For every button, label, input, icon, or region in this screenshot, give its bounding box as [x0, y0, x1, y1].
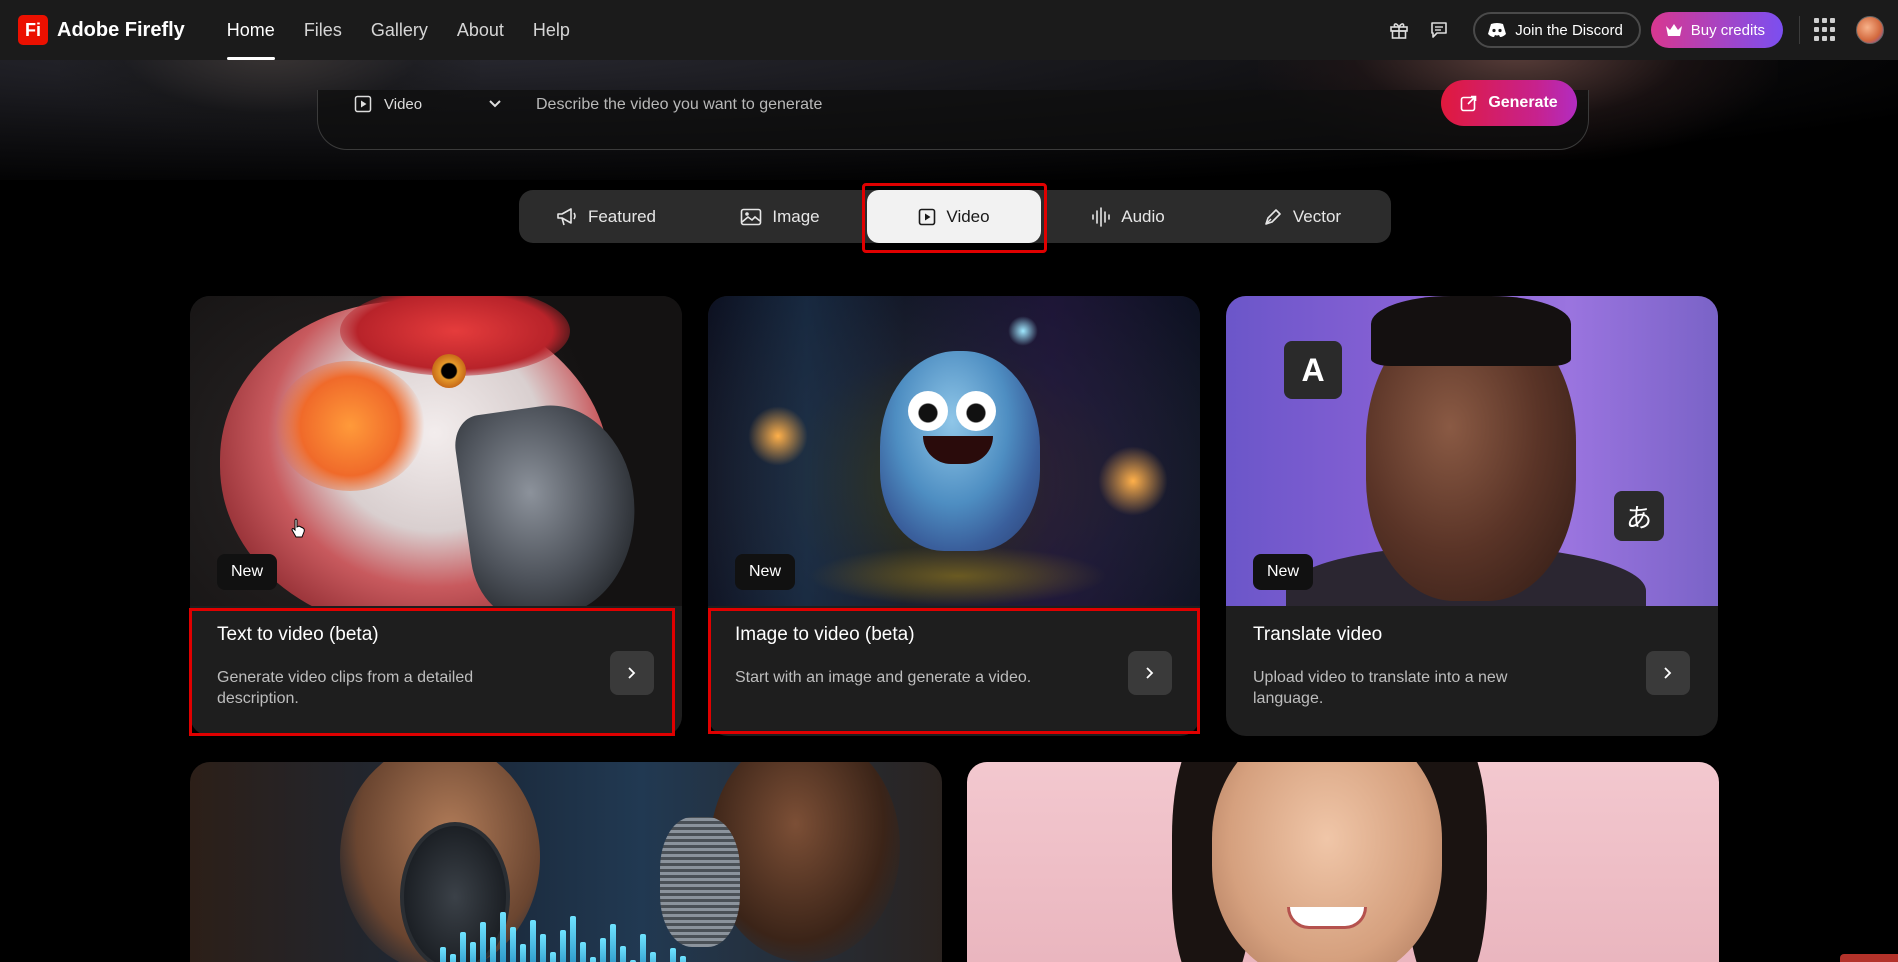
gift-icon[interactable] [1383, 14, 1415, 46]
app-name: Adobe Firefly [57, 18, 185, 41]
podcast-preview-card[interactable] [190, 762, 942, 962]
generate-icon [1461, 95, 1477, 112]
app-logo[interactable]: Fi Adobe Firefly [18, 15, 185, 45]
nav-item-about[interactable]: About [457, 0, 504, 60]
card-title: Text to video (beta) [217, 624, 379, 645]
generation-mode-dropdown[interactable]: Video [354, 95, 502, 113]
chevron-right-icon [1146, 667, 1154, 679]
discord-label: Join the Discord [1515, 21, 1623, 39]
new-badge: New [217, 554, 278, 590]
card-description: Generate video clips from a detailed des… [217, 669, 474, 707]
nav-item-files[interactable]: Files [304, 0, 342, 60]
tab-image[interactable]: Image [693, 190, 867, 243]
new-badge: New [1253, 554, 1314, 590]
corner-indicator [1840, 954, 1898, 962]
apps-grid-icon[interactable] [1814, 18, 1838, 42]
tab-label: Audio [1121, 206, 1165, 226]
hero-banner: Video Generate [0, 50, 1898, 180]
generate-button[interactable]: Generate [1441, 80, 1577, 126]
hand-cursor-icon [291, 518, 305, 538]
language-bubble-japanese: あ [1614, 491, 1664, 541]
main-nav: Home Files Gallery About Help [226, 0, 599, 60]
mode-label: Video [384, 95, 423, 113]
chevron-right-icon [1664, 667, 1672, 679]
top-right-actions: Join the Discord Buy credits [1383, 0, 1898, 60]
buy-credits-label: Buy credits [1690, 21, 1765, 39]
divider [1799, 16, 1800, 44]
tab-featured[interactable]: Featured [519, 190, 693, 243]
open-text-to-video-button[interactable] [610, 651, 654, 695]
pen-icon [1265, 208, 1281, 225]
buy-credits-button[interactable]: Buy credits [1650, 12, 1783, 48]
megaphone-icon [557, 207, 576, 225]
nav-item-help[interactable]: Help [533, 0, 570, 60]
top-navigation-bar: Fi Adobe Firefly Home Files Gallery Abou… [0, 0, 1898, 60]
tab-label: Vector [1292, 206, 1342, 226]
card-description: Upload video to translate into a new lan… [1253, 669, 1508, 707]
audio-waveform-icon [1092, 206, 1111, 227]
open-image-to-video-button[interactable] [1128, 651, 1172, 695]
portrait-preview-card[interactable] [967, 762, 1719, 962]
audio-equalizer-graphic [430, 902, 750, 962]
feedback-chat-icon[interactable] [1423, 14, 1455, 46]
image-icon [741, 208, 762, 225]
nav-item-home[interactable]: Home [226, 0, 275, 60]
tab-label: Video [946, 206, 990, 226]
category-tabs: Featured Image Video Audio Vector [519, 190, 1391, 243]
video-icon [354, 95, 372, 113]
tab-label: Featured [587, 206, 657, 226]
discord-icon [1488, 23, 1507, 37]
card-description: Start with an image and generate a video… [735, 669, 1032, 686]
firefly-logo-mark: Fi [18, 15, 48, 45]
prompt-input[interactable] [536, 94, 1236, 116]
card-title: Image to video (beta) [735, 624, 915, 645]
tab-vector[interactable]: Vector [1215, 190, 1389, 243]
tab-label: Image [772, 206, 820, 226]
tab-video[interactable]: Video [867, 190, 1041, 243]
tab-audio[interactable]: Audio [1041, 190, 1215, 243]
text-to-video-card[interactable]: New Text to video (beta) Generate video … [190, 296, 682, 736]
chevron-down-icon [489, 100, 501, 108]
card-title: Translate video [1253, 624, 1383, 645]
new-badge: New [735, 554, 796, 590]
prompt-bar: Video Generate [317, 80, 1589, 150]
generate-label: Generate [1488, 94, 1558, 111]
chevron-right-icon [628, 667, 636, 679]
join-discord-button[interactable]: Join the Discord [1473, 12, 1641, 48]
video-icon [919, 208, 936, 225]
nav-item-gallery[interactable]: Gallery [371, 0, 428, 60]
open-translate-video-button[interactable] [1646, 651, 1690, 695]
image-to-video-card[interactable]: New Image to video (beta) Start with an … [708, 296, 1200, 736]
translate-video-card[interactable]: A あ New Translate video Upload video to … [1226, 296, 1718, 736]
language-bubble-a: A [1284, 341, 1342, 399]
crown-icon [1665, 24, 1682, 36]
user-avatar[interactable] [1856, 16, 1884, 44]
